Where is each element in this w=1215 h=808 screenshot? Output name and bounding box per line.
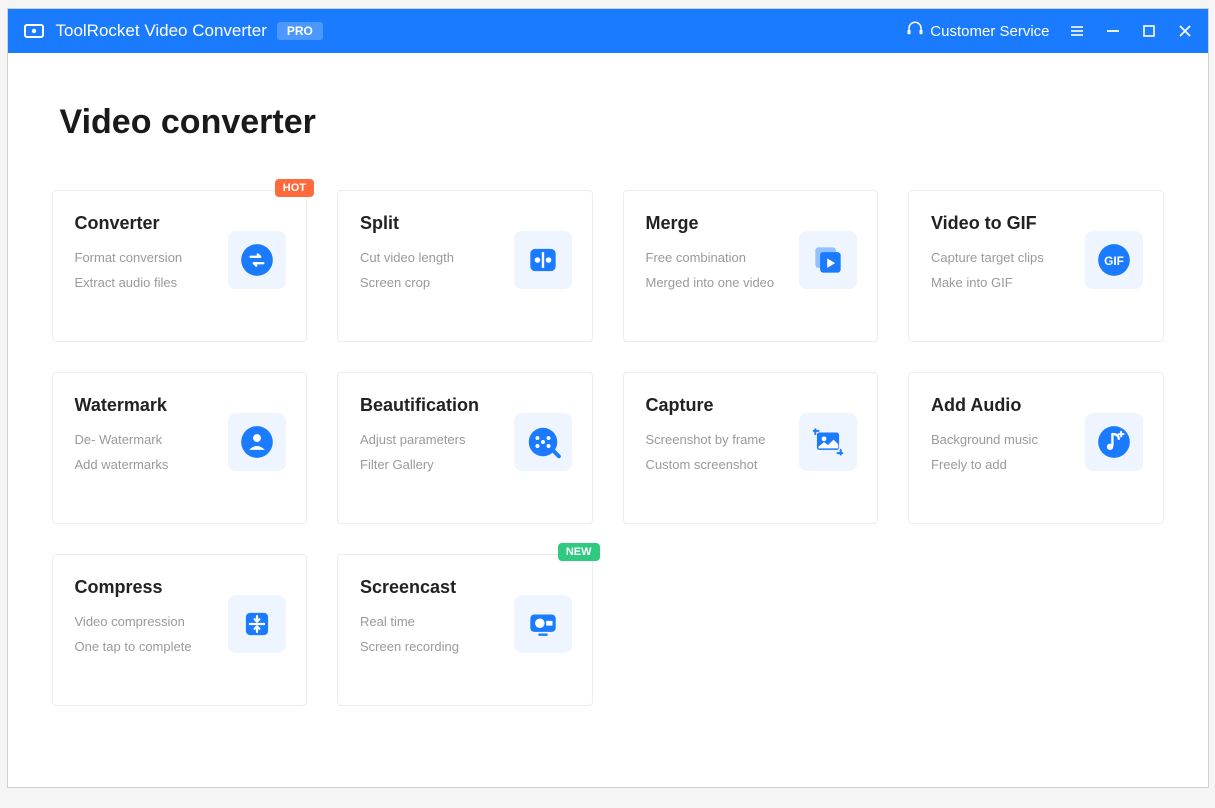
window-controls <box>1068 22 1194 40</box>
headset-icon <box>906 20 924 42</box>
card-line-2: Custom screenshot <box>646 457 800 472</box>
card-title: Screencast <box>360 577 514 598</box>
card-line-1: Cut video length <box>360 250 514 265</box>
card-title: Beautification <box>360 395 514 416</box>
feature-card-split[interactable]: Split Cut video length Screen crop <box>337 190 593 342</box>
customer-service-label: Customer Service <box>930 23 1049 40</box>
card-line-1: Background music <box>931 432 1085 447</box>
feature-card-compress[interactable]: Compress Video compression One tap to comp… <box>52 554 308 706</box>
card-title: Capture <box>646 395 800 416</box>
card-text: Video to GIF Capture target clips Make int… <box>931 213 1085 300</box>
feature-card-converter[interactable]: HOTConverterFormat conversionExtract aud… <box>52 190 308 342</box>
card-title: Converter <box>75 213 229 234</box>
feature-grid: HOTConverterFormat conversionExtract aud… <box>52 190 1164 706</box>
card-title: Split <box>360 213 514 234</box>
app-window: ToolRocket Video Converter PRO Customer … <box>7 8 1209 788</box>
card-title: Add Audio <box>931 395 1085 416</box>
maximize-button[interactable] <box>1140 22 1158 40</box>
feature-card-merge[interactable]: Merge Free combination Merged into one vid… <box>623 190 879 342</box>
card-text: Merge Free combination Merged into one vid… <box>646 213 800 300</box>
feature-card-watermark[interactable]: Watermark De- Watermark Add watermarks <box>52 372 308 524</box>
card-line-1: De- Watermark <box>75 432 229 447</box>
hot-badge: HOT <box>275 179 314 197</box>
close-button[interactable] <box>1176 22 1194 40</box>
screencast-icon <box>514 595 572 653</box>
card-line-2: Screen crop <box>360 275 514 290</box>
app-title: ToolRocket Video Converter <box>56 21 267 41</box>
beautification-icon <box>514 413 572 471</box>
feature-card-add-audio[interactable]: Add Audio Background music Freely to add <box>908 372 1164 524</box>
feature-card-video-to-gif[interactable]: Video to GIF Capture target clips Make int… <box>908 190 1164 342</box>
card-line-1: Capture target clips <box>931 250 1085 265</box>
merge-icon <box>799 231 857 289</box>
converter-icon <box>228 231 286 289</box>
card-text: Screencast Real time Screen recording <box>360 577 514 664</box>
feature-card-capture[interactable]: Capture Screenshot by frame Custom screens… <box>623 372 879 524</box>
card-line-2: Freely to add <box>931 457 1085 472</box>
card-line-2: Make into GIF <box>931 275 1085 290</box>
card-line-1: Adjust parameters <box>360 432 514 447</box>
card-title: Compress <box>75 577 229 598</box>
page-title: Video converter <box>60 103 1164 142</box>
card-text: Compress Video compression One tap to comp… <box>75 577 229 664</box>
card-line-2: Extract audio files <box>75 275 229 290</box>
app-logo-icon <box>22 19 46 43</box>
card-line-2: Add watermarks <box>75 457 229 472</box>
minimize-button[interactable] <box>1104 22 1122 40</box>
titlebar: ToolRocket Video Converter PRO Customer … <box>8 9 1208 53</box>
card-line-1: Video compression <box>75 614 229 629</box>
capture-icon <box>799 413 857 471</box>
card-line-1: Real time <box>360 614 514 629</box>
card-text: Capture Screenshot by frame Custom screens… <box>646 395 800 482</box>
card-text: Watermark De- Watermark Add watermarks <box>75 395 229 482</box>
card-line-1: Screenshot by frame <box>646 432 800 447</box>
card-text: Beautification Adjust parameters Filter Ga… <box>360 395 514 482</box>
menu-button[interactable] <box>1068 22 1086 40</box>
card-title: Video to GIF <box>931 213 1085 234</box>
gif-icon: GIF <box>1085 231 1143 289</box>
pro-badge: PRO <box>277 22 323 40</box>
content-area: Video converter HOT Converter Format conve… <box>8 53 1208 787</box>
card-line-2: Filter Gallery <box>360 457 514 472</box>
card-title: Watermark <box>75 395 229 416</box>
feature-card-beautification[interactable]: Beautification Adjust parameters Filter Ga… <box>337 372 593 524</box>
compress-icon <box>228 595 286 653</box>
svg-text:GIF: GIF <box>1104 254 1124 268</box>
card-line-1: Free combination <box>646 250 800 265</box>
card-line-1: Format conversion <box>75 250 229 265</box>
card-text: Split Cut video length Screen crop <box>360 213 514 300</box>
card-title: Merge <box>646 213 800 234</box>
card-line-2: One tap to complete <box>75 639 229 654</box>
customer-service-button[interactable]: Customer Service <box>906 20 1049 42</box>
split-icon <box>514 231 572 289</box>
new-badge: NEW <box>558 543 600 561</box>
feature-card-screencast[interactable]: NEWScreencastReal timeScreen recording <box>337 554 593 706</box>
card-line-2: Merged into one video <box>646 275 800 290</box>
card-text: Converter Format conversion Extract audio … <box>75 213 229 300</box>
watermark-icon <box>228 413 286 471</box>
audio-icon <box>1085 413 1143 471</box>
card-text: Add Audio Background music Freely to add <box>931 395 1085 482</box>
card-line-2: Screen recording <box>360 639 514 654</box>
